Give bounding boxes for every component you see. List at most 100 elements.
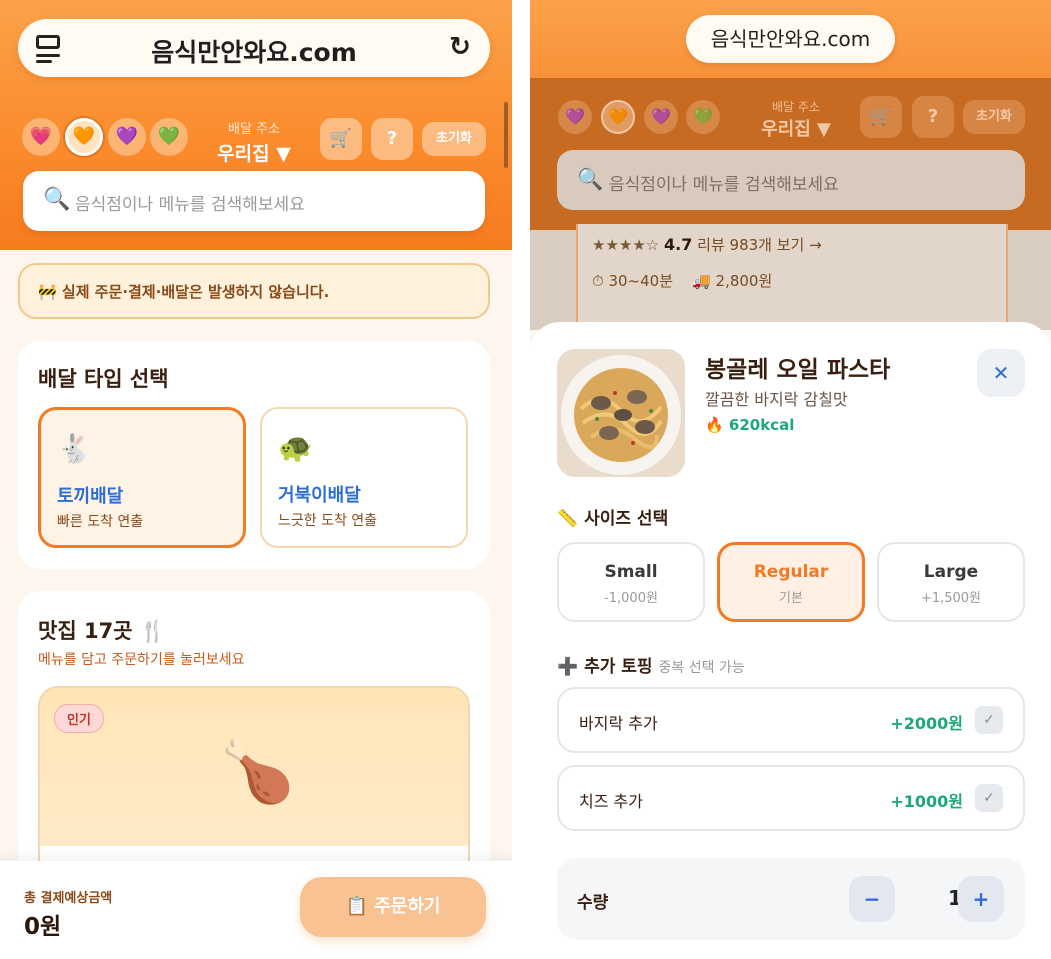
reload-icon[interactable]: ↻ (446, 33, 474, 61)
turtle-icon: 🐢 (278, 431, 313, 464)
reset-button[interactable]: 초기화 (963, 100, 1025, 134)
notice-banner: 🚧 실제 주문·결제·배달은 발생하지 않습니다. (18, 263, 490, 319)
search-placeholder: 음식점이나 메뉴를 검색해보세요 (75, 195, 305, 215)
header-dimmed: 음식만안와요.com 💜 🧡 💜 💚 배달 주소 우리집 ▼ 🛒 ? 초기화 🔍… (530, 0, 1051, 230)
delivery-option-name: 토끼배달 (57, 486, 124, 507)
topping-hint: 중복 선택 가능 (658, 660, 745, 676)
cart-icon[interactable]: 🛒 (320, 118, 362, 160)
total-label: 총 결제예상금액 (24, 891, 113, 906)
screen-divider (512, 0, 530, 959)
scrollbar[interactable] (504, 102, 508, 168)
size-name: Large (923, 562, 979, 582)
menu-option-sheet: 봉골레 오일 파스타 깔끔한 바지락 감칠맛 🔥 620kcal ✕ 📏 사이즈… (530, 322, 1051, 959)
left-screen: 음식만안와요.com ↻ 💗 🧡 💜 💚 배달 주소 우리집 ▼ 🛒 ? 초기화… (0, 0, 512, 959)
review-count: 리뷰 983개 (697, 236, 772, 254)
url-text: 음식만안와요.com (151, 38, 357, 67)
size-price: -1,000원 (604, 591, 658, 606)
menu-subtitle: 깔끔한 바지락 감칠맛 (705, 390, 848, 409)
size-section-title: 📏 사이즈 선택 (557, 509, 669, 529)
theme-green-heart-icon[interactable]: 💚 (686, 100, 720, 134)
address-label: 배달 주소 (228, 122, 280, 137)
theme-purple-heart-icon[interactable]: 💜 (644, 100, 678, 134)
rating-row: ★★★★☆ 4.7 리뷰 983개 보기 → (592, 234, 822, 255)
theme-pink-heart-icon[interactable]: 💗 (22, 118, 60, 156)
search-input[interactable]: 🔍 음식점이나 메뉴를 검색해보세요 (23, 171, 485, 231)
restaurants-subtitle: 메뉴를 담고 주문하기를 눌러보세요 (38, 652, 245, 668)
address-label: 배달 주소 (772, 100, 820, 114)
topping-clam[interactable]: 바지락 추가 +2000원 ✓ (557, 687, 1025, 753)
delivery-option-desc: 빠른 도착 연출 (57, 514, 144, 530)
size-option-large[interactable]: Large +1,500원 (877, 542, 1025, 622)
topping-name: 치즈 추가 (579, 792, 643, 811)
cart-icon[interactable]: 🛒 (860, 96, 902, 138)
theme-green-heart-icon[interactable]: 💚 (150, 118, 188, 156)
close-button[interactable]: ✕ (977, 349, 1025, 397)
size-name: Small (604, 562, 658, 582)
search-icon: 🔍 (577, 167, 604, 191)
delivery-type-title: 배달 타입 선택 (38, 367, 169, 391)
delivery-time: ⏱ 30~40분 (592, 272, 674, 290)
topping-section-title: ➕ 추가 토핑 중복 선택 가능 (557, 652, 745, 677)
top-bar: 음식만안와요.com (530, 0, 1051, 78)
reviews-link[interactable]: 보기 → (777, 236, 822, 254)
toolbar: 💜 🧡 💜 💚 배달 주소 우리집 ▼ 🛒 ? 초기화 (558, 96, 1028, 140)
checkbox-icon[interactable]: ✓ (975, 706, 1003, 734)
address-value: 우리집 ▼ (217, 143, 291, 165)
notice-text: 🚧 실제 주문·결제·배달은 발생하지 않습니다. (38, 283, 330, 301)
search-icon: 🔍 (43, 187, 71, 212)
quantity-plus-button[interactable]: + (958, 876, 1004, 922)
pasta-image (557, 349, 685, 477)
address-selector[interactable]: 배달 주소 우리집 ▼ (754, 98, 838, 141)
theme-orange-heart-icon[interactable]: 🧡 (601, 100, 635, 134)
topping-price: +2000원 (890, 714, 963, 733)
popular-badge: 인기 (54, 704, 104, 733)
theme-purple-heart-icon[interactable]: 💜 (558, 100, 592, 134)
restaurant-detail-behind: ★★★★☆ 4.7 리뷰 983개 보기 → ⏱ 30~40분 🚚 2,800원 (530, 224, 1051, 344)
menu-title: 봉골레 오일 파스타 (705, 357, 891, 383)
theme-purple-heart-icon[interactable]: 💜 (108, 118, 146, 156)
quantity-minus-button[interactable]: − (849, 876, 895, 922)
delivery-meta: ⏱ 30~40분 🚚 2,800원 (592, 270, 772, 291)
right-screen: 음식만안와요.com 💜 🧡 💜 💚 배달 주소 우리집 ▼ 🛒 ? 초기화 🔍… (530, 0, 1051, 959)
help-button[interactable]: ? (912, 96, 954, 138)
topping-title-text: ➕ 추가 토핑 (557, 657, 653, 677)
delivery-fee: 🚚 2,800원 (692, 272, 773, 290)
size-price: 기본 (779, 591, 803, 606)
rabbit-icon: 🐇 (57, 432, 92, 465)
url-bar[interactable]: 음식만안와요.com ↻ (18, 19, 490, 77)
size-name: Regular (753, 562, 829, 582)
address-value: 우리집 ▼ (761, 119, 831, 140)
url-pill[interactable]: 음식만안와요.com (686, 15, 895, 63)
order-footer: 총 결제예상금액 0원 📋 주문하기 (0, 861, 512, 959)
rating-value: 4.7 (664, 235, 693, 254)
delivery-option-desc: 느긋한 도착 연출 (278, 513, 378, 529)
quantity-stepper: 수량 − 1 + (557, 858, 1025, 940)
search-input[interactable]: 🔍 음식점이나 메뉴를 검색해보세요 (557, 150, 1025, 210)
quantity-label: 수량 (577, 893, 609, 913)
checkbox-icon[interactable]: ✓ (975, 784, 1003, 812)
delivery-option-turtle[interactable]: 🐢 거북이배달 느긋한 도착 연출 (260, 407, 468, 548)
help-button[interactable]: ? (371, 118, 413, 160)
total-value: 0원 (24, 914, 62, 940)
reset-button[interactable]: 초기화 (422, 122, 486, 156)
star-rating-icon: ★★★★☆ (592, 236, 660, 254)
topping-name: 바지락 추가 (579, 714, 658, 733)
restaurants-title: 맛집 17곳 🍴 (38, 619, 166, 643)
size-option-regular[interactable]: Regular 기본 (717, 542, 865, 622)
address-selector[interactable]: 배달 주소 우리집 ▼ (212, 118, 296, 166)
dimmed-header-content: 💜 🧡 💜 💚 배달 주소 우리집 ▼ 🛒 ? 초기화 🔍 음식점이나 메뉴를 … (530, 78, 1051, 230)
delivery-option-rabbit[interactable]: 🐇 토끼배달 빠른 도착 연출 (38, 407, 246, 548)
size-option-small[interactable]: Small -1,000원 (557, 542, 705, 622)
topping-cheese[interactable]: 치즈 추가 +1000원 ✓ (557, 765, 1025, 831)
delivery-type-card: 배달 타입 선택 🐇 토끼배달 빠른 도착 연출 🐢 거북이배달 느긋한 도착 … (18, 341, 490, 569)
theme-orange-heart-icon[interactable]: 🧡 (65, 118, 103, 156)
size-price: +1,500원 (920, 591, 982, 606)
header: 음식만안와요.com ↻ 💗 🧡 💜 💚 배달 주소 우리집 ▼ 🛒 ? 초기화… (0, 0, 512, 250)
topping-price: +1000원 (890, 792, 963, 811)
menu-calories: 🔥 620kcal (705, 416, 795, 434)
toolbar: 💗 🧡 💜 💚 배달 주소 우리집 ▼ 🛒 ? 초기화 (22, 118, 488, 165)
order-button[interactable]: 📋 주문하기 (300, 877, 486, 937)
search-placeholder: 음식점이나 메뉴를 검색해보세요 (609, 175, 839, 195)
chicken-leg-icon: 🍗 (220, 737, 295, 807)
delivery-option-name: 거북이배달 (278, 485, 361, 506)
